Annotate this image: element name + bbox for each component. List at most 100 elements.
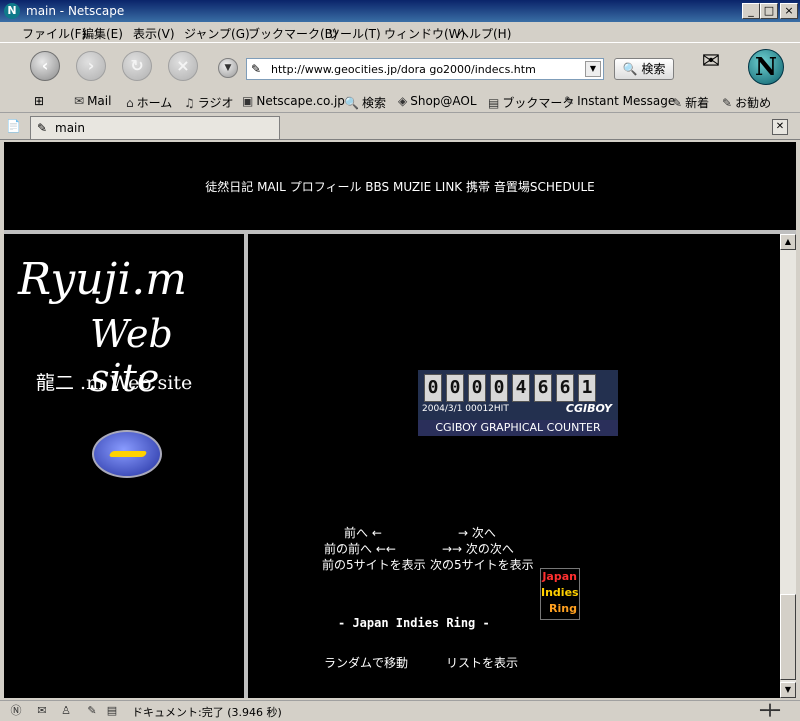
- address-book-icon[interactable]: ▤: [104, 703, 120, 719]
- left-frame: Ryuji.m Web site 龍二 .m Web site: [4, 234, 248, 698]
- instant-messenger-icon[interactable]: ♙: [58, 703, 74, 719]
- navigation-toolbar: ‹ › ↻ × ▼ ✎ ▼ 🔍 検索 ✉ N: [0, 42, 800, 92]
- bookmark-new[interactable]: ✎ 新着: [672, 94, 709, 111]
- bookmark-folder[interactable]: ▤ ブックマーク: [488, 94, 574, 111]
- history-dropdown-icon[interactable]: ▼: [218, 58, 238, 78]
- scroll-thumb[interactable]: [780, 594, 796, 680]
- bookmark-recommend[interactable]: ✎ お勧め: [722, 94, 771, 111]
- menu-view[interactable]: 表示(V): [133, 25, 175, 42]
- nav-diary-link[interactable]: 徒然日記: [205, 180, 253, 194]
- ring-next-link[interactable]: → 次へ: [458, 524, 496, 541]
- composer-icon[interactable]: ✎: [84, 703, 100, 719]
- search-icon: 🔍: [344, 96, 359, 110]
- tab-label: main: [55, 121, 85, 135]
- close-tab-icon[interactable]: ✕: [772, 119, 788, 135]
- counter-digit: 0: [446, 374, 464, 402]
- bookmark-mail[interactable]: ✉ Mail: [74, 94, 111, 108]
- headphones-icon: ♫: [184, 96, 195, 110]
- bookmark-label: Instant Message: [577, 94, 676, 108]
- nav-mail-link[interactable]: MAIL: [257, 180, 286, 194]
- bookmark-label: お勧め: [735, 96, 772, 110]
- counter-info: 2004/3/1 00012HIT: [422, 404, 509, 414]
- security-icon: ━╋━: [760, 704, 780, 717]
- bookmark-label: 新着: [685, 96, 710, 110]
- search-button-label: 検索: [641, 62, 666, 76]
- menu-edit[interactable]: 編集(E): [82, 25, 123, 42]
- ring-prev5-link[interactable]: 前の5サイトを表示: [322, 556, 426, 573]
- nav-link-link[interactable]: LINK: [435, 180, 462, 194]
- top-frame: 徒然日記 MAIL プロフィール BBS MUZIE LINK 携帯 音置場SC…: [4, 142, 796, 234]
- stop-icon[interactable]: ×: [168, 51, 198, 81]
- counter-label[interactable]: CGIBOY GRAPHICAL COUNTER: [418, 420, 618, 436]
- nav-sound-link[interactable]: 音置場: [494, 180, 530, 194]
- nav-schedule-link[interactable]: SCHEDULE: [530, 180, 595, 194]
- counter-digit: 0: [424, 374, 442, 402]
- ring-next-next-link[interactable]: →→ 次の次へ: [442, 540, 514, 557]
- menu-tools[interactable]: ツール(T): [328, 25, 381, 42]
- nav-muzie-link[interactable]: MUZIE: [393, 180, 431, 194]
- page-icon: ✎: [37, 121, 48, 135]
- new-tab-icon[interactable]: 📄: [6, 119, 22, 135]
- menu-bookmarks[interactable]: ブックマーク(B): [248, 25, 338, 42]
- navigator-icon[interactable]: Ⓝ: [8, 703, 24, 719]
- bookmark-instant-message[interactable]: ✎ Instant Message: [564, 94, 675, 108]
- url-input[interactable]: [269, 60, 583, 78]
- shop-icon: ◈: [398, 94, 408, 108]
- bookmark-label: 検索: [361, 96, 386, 110]
- japan-indies-ring-banner[interactable]: Japan Indies Ring: [540, 568, 580, 620]
- ring-next5-link[interactable]: 次の5サイトを表示: [430, 556, 534, 573]
- forward-icon[interactable]: ›: [76, 51, 106, 81]
- minimize-button[interactable]: _: [742, 3, 760, 19]
- menu-file[interactable]: ファイル(F): [22, 25, 86, 42]
- netscape-logo[interactable]: N: [748, 49, 784, 85]
- tab-main[interactable]: ✎ main: [30, 116, 280, 139]
- maximize-button[interactable]: □: [760, 3, 778, 19]
- menu-help[interactable]: ヘルプ(H): [457, 25, 511, 42]
- menu-bar: ファイル(F) 編集(E) 表示(V) ジャンプ(G) ブックマーク(B) ツー…: [0, 22, 800, 42]
- back-icon[interactable]: ‹: [30, 51, 60, 81]
- scroll-down-icon[interactable]: ▼: [780, 682, 796, 698]
- ring-name: - Japan Indies Ring -: [338, 616, 490, 630]
- ring-banner-line: Ring: [549, 602, 577, 615]
- home-icon: ⌂: [126, 96, 134, 110]
- bookmark-icon: ✎: [672, 96, 683, 110]
- folder-icon: ▤: [488, 96, 500, 110]
- vertical-scrollbar[interactable]: ▲ ▼: [780, 234, 796, 698]
- status-bar: Ⓝ ✉ ♙ ✎ ▤ ドキュメント:完了 (3.946 秒) ━╋━: [0, 700, 800, 721]
- netscape-n-icon: N: [4, 3, 20, 19]
- bookmark-search[interactable]: 🔍 検索: [344, 94, 386, 111]
- mail-status-icon[interactable]: ✉: [696, 49, 726, 75]
- search-button[interactable]: 🔍 検索: [614, 58, 674, 80]
- counter-digit: 0: [468, 374, 486, 402]
- ring-list-link[interactable]: リストを表示: [446, 654, 518, 671]
- ring-prev-link[interactable]: 前へ ←: [344, 524, 382, 541]
- personal-toolbar: ⊞ ✉ Mail ⌂ ホーム ♫ ラジオ ▣ Netscape.co.jp 🔍 検索 ◈ S…: [0, 90, 800, 113]
- bookmark-netscape[interactable]: ▣ Netscape.co.jp: [242, 94, 345, 108]
- home-toolbar-toggle-icon[interactable]: ⊞: [34, 94, 44, 108]
- counter-digits: 00004661: [424, 374, 600, 402]
- ring-prev-prev-link[interactable]: 前の前へ ←←: [324, 540, 396, 557]
- bookmark-shop[interactable]: ◈ Shop@AOL: [398, 94, 477, 108]
- my-icon: ▣: [242, 94, 254, 108]
- mail-icon[interactable]: ✉: [34, 703, 50, 719]
- url-bar: ✎ ▼: [246, 58, 604, 80]
- close-button[interactable]: ×: [780, 3, 798, 19]
- nav-bbs-link[interactable]: BBS: [365, 180, 389, 194]
- bookmark-icon: ✎: [722, 96, 733, 110]
- scroll-up-icon[interactable]: ▲: [780, 234, 796, 250]
- ring-random-link[interactable]: ランダムで移動: [324, 654, 408, 671]
- bookmark-radio[interactable]: ♫ ラジオ: [184, 94, 234, 111]
- menu-window[interactable]: ウィンドウ(W): [384, 25, 465, 42]
- bookmark-label: ラジオ: [197, 96, 234, 110]
- nav-mobile-link[interactable]: 携帯: [466, 180, 490, 194]
- bookmark-home[interactable]: ⌂ ホーム: [126, 94, 172, 111]
- url-dropdown-icon[interactable]: ▼: [585, 61, 601, 77]
- top-navigation: 徒然日記 MAIL プロフィール BBS MUZIE LINK 携帯 音置場SC…: [4, 178, 796, 195]
- emblem-logo[interactable]: [92, 430, 162, 478]
- page-icon: ✎: [251, 62, 262, 76]
- nav-profile-link[interactable]: プロフィール: [290, 180, 362, 194]
- counter-digit: 1: [578, 374, 596, 402]
- reload-icon[interactable]: ↻: [122, 51, 152, 81]
- menu-go[interactable]: ジャンプ(G): [184, 25, 250, 42]
- counter-digit: 0: [490, 374, 508, 402]
